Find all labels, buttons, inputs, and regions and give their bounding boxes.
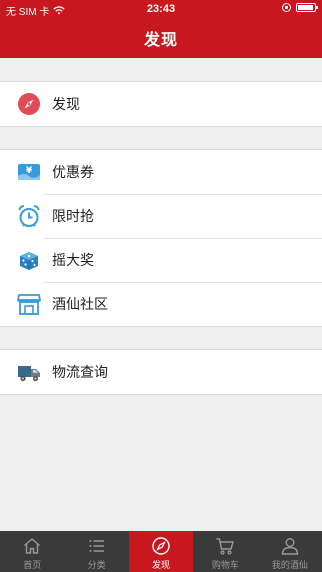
tab-cart[interactable]: 购物车	[193, 531, 257, 572]
menu-item-discover[interactable]: 发现	[0, 82, 322, 126]
storefront-icon	[16, 291, 42, 317]
user-icon	[281, 538, 299, 555]
status-bar: 无 SIM 卡 23:43	[0, 0, 322, 18]
orientation-lock-icon	[282, 3, 291, 12]
cart-icon	[216, 538, 235, 555]
tab-label: 首页	[23, 560, 42, 570]
tab-discover[interactable]: 发现	[128, 531, 194, 572]
svg-text:¥: ¥	[26, 166, 33, 176]
page-title: 发现	[143, 32, 178, 49]
tab-label: 分类	[87, 560, 106, 570]
tab-home[interactable]: 首页	[0, 531, 64, 572]
tab-label: 发现	[152, 560, 171, 570]
menu-item-label: 优惠券	[52, 164, 94, 180]
alarm-clock-icon	[16, 203, 42, 229]
tab-category[interactable]: 分类	[64, 531, 128, 572]
status-time: 23:43	[146, 3, 176, 15]
promotions-group: ¥ 优惠券 限时抢 摇大奖 酒仙社区	[0, 149, 322, 327]
menu-item-logistics[interactable]: 物流查询	[0, 350, 322, 394]
tab-label: 购物车	[211, 560, 239, 570]
tab-bar: 首页 分类 发现 购物车 我的酒仙	[0, 531, 322, 572]
status-right	[282, 3, 318, 12]
compass-icon	[16, 91, 42, 117]
discover-group: 发现	[0, 81, 322, 127]
menu-item-label: 物流查询	[52, 364, 108, 380]
menu-item-community[interactable]: 酒仙社区	[0, 282, 322, 326]
menu-item-label: 摇大奖	[52, 252, 94, 268]
tab-my-account[interactable]: 我的酒仙	[258, 531, 322, 572]
menu-item-label: 酒仙社区	[52, 296, 108, 312]
compass-icon	[152, 537, 170, 555]
tab-label: 我的酒仙	[271, 560, 308, 570]
delivery-truck-icon	[16, 359, 42, 385]
top-header: 无 SIM 卡 23:43 发现	[0, 0, 322, 58]
logistics-group: 物流查询	[0, 349, 322, 395]
coupon-icon: ¥	[16, 159, 42, 185]
menu-item-label: 限时抢	[52, 208, 94, 224]
menu-item-coupon[interactable]: ¥ 优惠券	[0, 150, 322, 194]
menu-item-label: 发现	[52, 96, 80, 112]
home-icon	[24, 538, 41, 554]
battery-icon	[296, 3, 318, 12]
menu-item-lucky-draw[interactable]: 摇大奖	[0, 238, 322, 282]
list-icon	[89, 540, 104, 552]
menu-item-flash-sale[interactable]: 限时抢	[0, 194, 322, 238]
dice-icon	[16, 247, 42, 273]
